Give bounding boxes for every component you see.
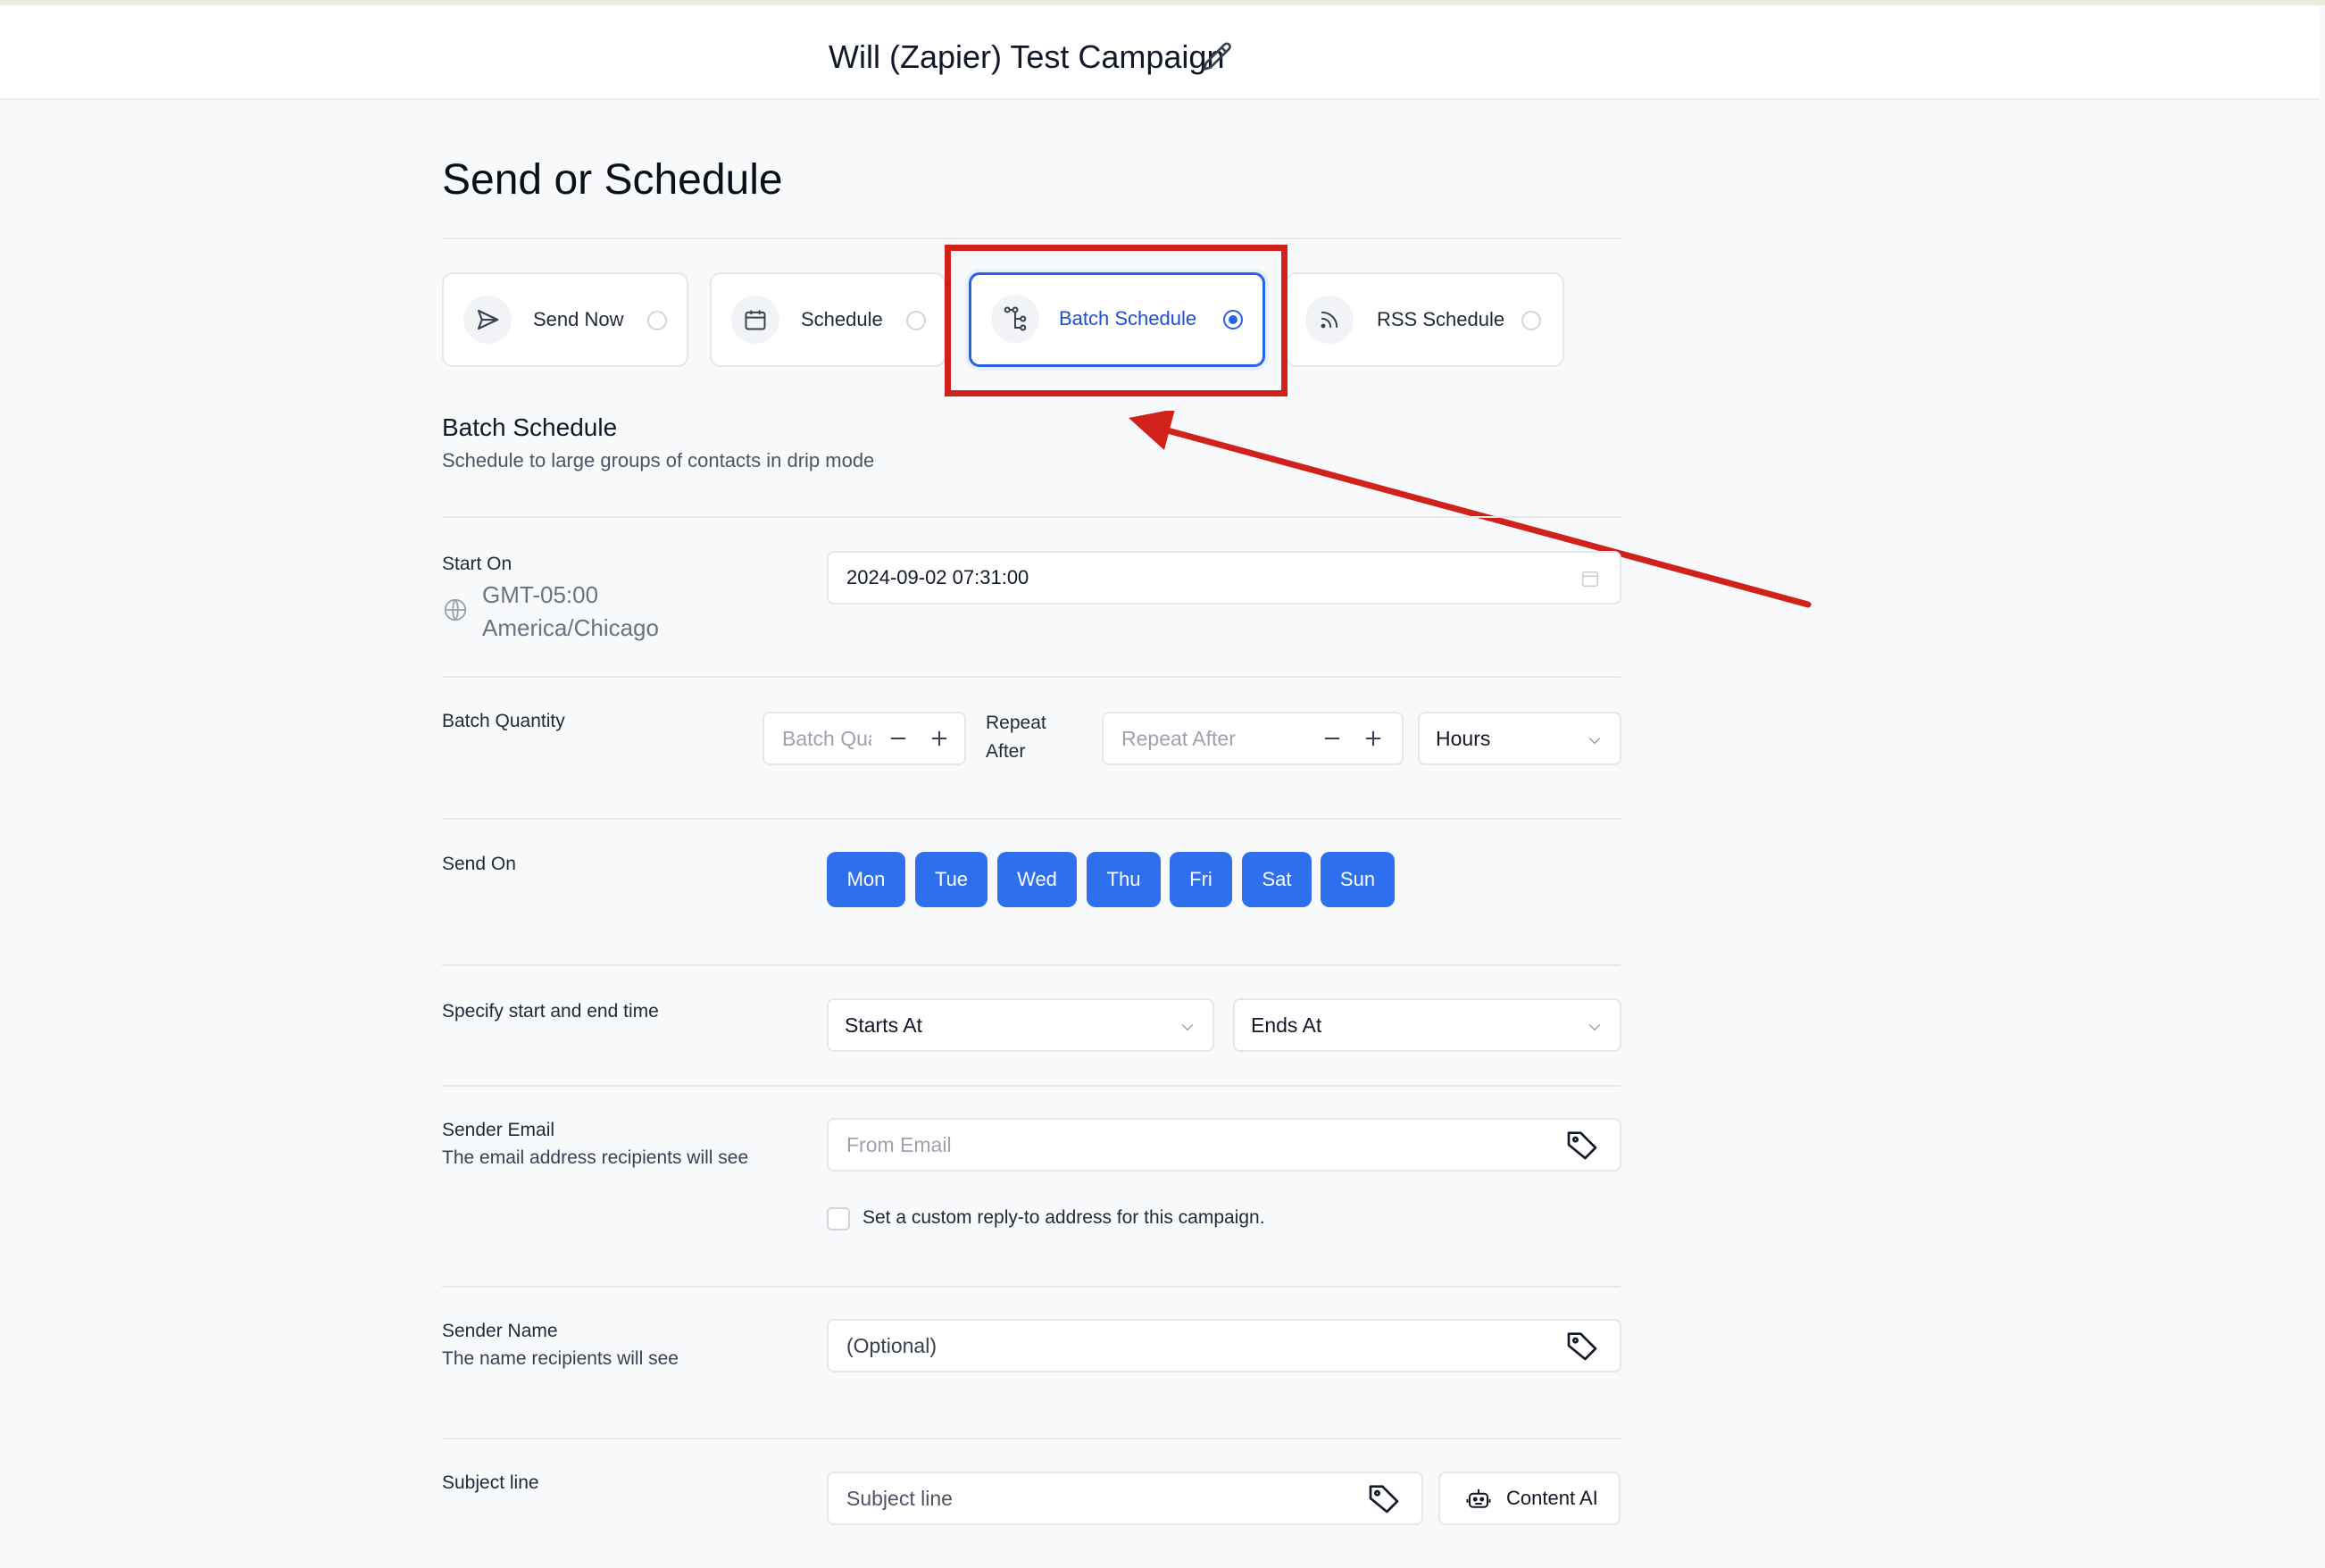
start-datetime-value: 2024-09-02 07:31:00: [846, 566, 1029, 588]
robot-icon: [1466, 1489, 1491, 1508]
repeat-after-placeholder: Repeat After: [1121, 727, 1236, 750]
option-label: RSS Schedule: [1377, 308, 1505, 330]
annotation-highlight-box: [945, 245, 1288, 396]
from-email-placeholder: From Email: [846, 1133, 952, 1156]
schedule-radio[interactable]: [906, 311, 926, 330]
row-divider: [442, 1085, 1621, 1087]
sender-name-sublabel: The name recipients will see: [442, 1348, 679, 1369]
sender-name-input[interactable]: (Optional): [827, 1319, 1621, 1372]
calendar-icon[interactable]: [1580, 569, 1600, 588]
repeat-after-input[interactable]: Repeat After: [1102, 712, 1404, 765]
ends-at-value: Ends At: [1251, 1013, 1322, 1037]
merge-tag-icon[interactable]: [1366, 1480, 1402, 1516]
day-toggle-mon[interactable]: Mon: [827, 852, 905, 907]
batch-quantity-placeholder: Batch Qua: [782, 727, 871, 750]
row-divider: [442, 1286, 1621, 1288]
day-toggle-tue[interactable]: Tue: [915, 852, 988, 907]
day-toggle-sat[interactable]: Sat: [1242, 852, 1312, 907]
start-on-label: Start On: [442, 554, 512, 574]
row-divider: [442, 818, 1621, 820]
globe-icon: [444, 598, 467, 621]
custom-reply-to-checkbox[interactable]: [827, 1207, 850, 1230]
row-divider: [442, 1438, 1621, 1439]
timezone-offset: GMT-05:00: [482, 581, 599, 608]
day-toggle-wed[interactable]: Wed: [997, 852, 1077, 907]
day-toggle-sun[interactable]: Sun: [1321, 852, 1395, 907]
day-toggle-fri[interactable]: Fri: [1170, 852, 1232, 907]
send-icon: [477, 309, 499, 330]
rss-icon: [1321, 311, 1338, 329]
section-divider: [442, 516, 1621, 518]
content-ai-button[interactable]: Content AI: [1438, 1472, 1621, 1525]
merge-tag-icon[interactable]: [1564, 1328, 1600, 1364]
option-send-now[interactable]: Send Now: [442, 272, 688, 367]
option-rss-schedule[interactable]: RSS Schedule: [1286, 272, 1564, 367]
subject-line-label: Subject line: [442, 1472, 539, 1493]
rss-schedule-radio[interactable]: [1521, 311, 1541, 330]
page-title: Send or Schedule: [442, 156, 783, 204]
plus-icon[interactable]: [927, 726, 952, 751]
repeat-after-label-line1: Repeat: [986, 713, 1046, 733]
subject-line-placeholder: Subject line: [846, 1487, 953, 1510]
batch-quantity-label: Batch Quantity: [442, 711, 565, 731]
repeat-unit-select[interactable]: Hours: [1418, 712, 1621, 765]
section-title: Batch Schedule: [442, 413, 618, 441]
starts-at-select[interactable]: Starts At: [827, 998, 1214, 1052]
from-email-input[interactable]: From Email: [827, 1118, 1621, 1172]
minus-icon[interactable]: [886, 726, 911, 751]
chevron-down-icon: [1588, 1023, 1601, 1031]
sender-name-placeholder: (Optional): [846, 1334, 937, 1357]
plus-icon[interactable]: [1361, 726, 1386, 751]
option-schedule[interactable]: Schedule: [710, 272, 946, 367]
campaign-title: Will (Zapier) Test Campaign: [829, 38, 1225, 75]
pencil-edit-icon[interactable]: [1200, 39, 1236, 75]
ends-at-select[interactable]: Ends At: [1233, 998, 1621, 1052]
sender-email-label: Sender Email: [442, 1120, 555, 1140]
merge-tag-icon[interactable]: [1564, 1127, 1600, 1163]
minus-icon[interactable]: [1320, 726, 1345, 751]
timezone-name: America/Chicago: [482, 614, 659, 641]
campaign-header: Will (Zapier) Test Campaign: [0, 5, 2320, 100]
repeat-after-label-line2: After: [986, 741, 1026, 762]
subject-line-input[interactable]: Subject line: [827, 1472, 1423, 1525]
sender-name-label: Sender Name: [442, 1321, 558, 1341]
send-now-radio[interactable]: [647, 311, 667, 330]
custom-reply-to-label: Set a custom reply-to address for this c…: [862, 1207, 1265, 1228]
repeat-unit-value: Hours: [1436, 727, 1491, 750]
row-divider: [442, 964, 1621, 966]
section-subtitle: Schedule to large groups of contacts in …: [442, 449, 875, 471]
calendar-icon: [745, 310, 766, 330]
chevron-down-icon: [1588, 737, 1601, 745]
chevron-down-icon: [1181, 1023, 1194, 1031]
sender-email-sublabel: The email address recipients will see: [442, 1147, 749, 1168]
title-divider: [442, 238, 1621, 239]
batch-quantity-input[interactable]: Batch Qua: [762, 712, 966, 765]
option-label: Send Now: [533, 308, 624, 330]
time-window-label: Specify start and end time: [442, 1001, 659, 1022]
row-divider: [442, 676, 1621, 678]
day-toggle-thu[interactable]: Thu: [1087, 852, 1161, 907]
starts-at-value: Starts At: [845, 1013, 922, 1037]
content-ai-label: Content AI: [1506, 1487, 1598, 1509]
send-on-label: Send On: [442, 854, 516, 874]
option-label: Schedule: [801, 308, 883, 330]
start-datetime-input[interactable]: 2024-09-02 07:31:00: [827, 551, 1621, 605]
